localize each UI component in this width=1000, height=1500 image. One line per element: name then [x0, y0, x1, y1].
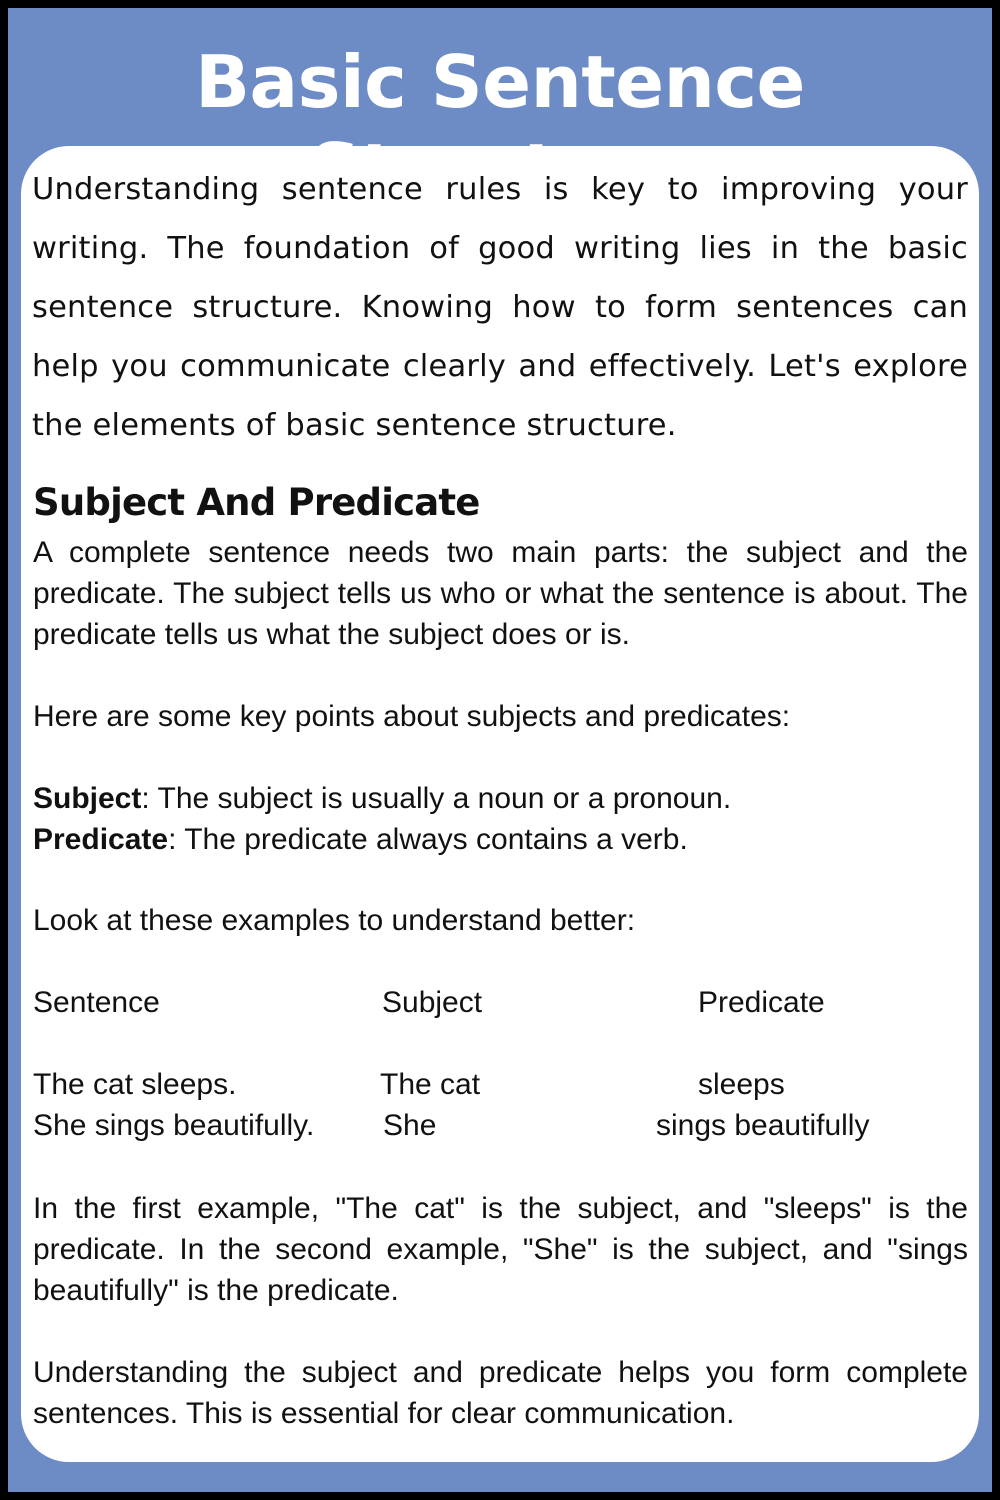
section-heading: Subject And Predicate [33, 481, 480, 524]
table-cell-subject: She [383, 1109, 437, 1142]
key-points-intro: Here are some key points about subjects … [33, 700, 791, 733]
key-points-list: Subject: The subject is usually a noun o… [33, 778, 968, 860]
examples-explanation: In the first example, "The cat" is the s… [33, 1192, 968, 1307]
key-point-text: : The predicate always contains a verb. [168, 823, 688, 856]
table-cell-subject: The cat [380, 1068, 481, 1101]
key-point-term: Predicate [33, 823, 169, 856]
examples-intro: Look at these examples to understand bet… [33, 904, 636, 937]
key-point-term: Subject [33, 782, 142, 815]
table-cell-sentence: She sings beautifully. [33, 1109, 315, 1142]
table-cell-predicate: sleeps [698, 1068, 785, 1101]
table-header-sentence: Sentence [33, 986, 160, 1019]
intro-paragraph: Understanding sentence rules is key to i… [32, 172, 968, 443]
key-point-item: Predicate: The predicate always contains… [33, 819, 968, 860]
table-header-subject: Subject [382, 986, 483, 1019]
table-cell-predicate: sings beautifully [656, 1109, 870, 1142]
conclusion-paragraph: Understanding the subject and predicate … [33, 1356, 968, 1430]
table-header-predicate: Predicate [698, 986, 825, 1019]
key-point-text: : The subject is usually a noun or a pro… [141, 782, 732, 815]
definition-paragraph: A complete sentence needs two main parts… [33, 536, 968, 651]
table-cell-sentence: The cat sleeps. [33, 1068, 237, 1101]
key-point-item: Subject: The subject is usually a noun o… [33, 778, 968, 819]
